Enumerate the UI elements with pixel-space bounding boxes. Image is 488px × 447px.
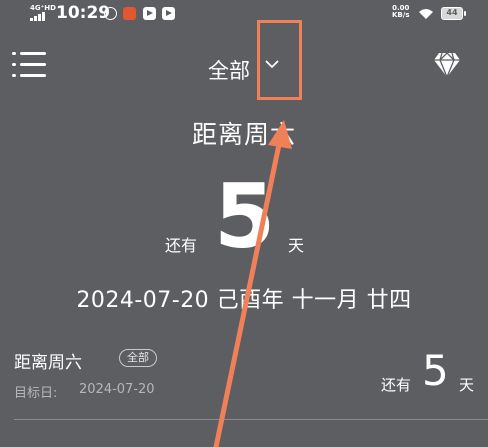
menu-icon[interactable] (12, 50, 46, 80)
target-date-value: 2024-07-20 (79, 382, 155, 397)
annotation-highlight-box (257, 20, 302, 100)
speed-unit: KB/s (392, 11, 410, 19)
item-title: 距离周六 (14, 353, 82, 373)
app-screen: 4G⁺HD 10:29 0.00 KB/s 44 全部 距离周六 还有 5 天 … (0, 0, 488, 447)
category-badge: 全部 (119, 349, 157, 367)
network-speed: 0.00 KB/s (392, 5, 409, 19)
list-divider (14, 419, 488, 420)
video-app-icon (143, 7, 156, 20)
target-date-line: 2024-07-20 己酉年 十一月 廿四 (76, 288, 412, 313)
category-filter[interactable]: 全部 (208, 55, 250, 85)
wifi-icon (419, 9, 433, 19)
target-date-label: 目标日: (14, 386, 58, 401)
shopping-app-icon (123, 7, 136, 20)
item-days: 5 (422, 346, 449, 395)
notification-app-icon (104, 7, 117, 20)
countdown-prefix: 还有 (165, 236, 198, 255)
item-unit: 天 (459, 376, 475, 394)
item-prefix: 还有 (381, 376, 412, 394)
clock: 10:29 (56, 3, 111, 23)
battery-icon: 44 (441, 7, 466, 20)
status-bar: 4G⁺HD 10:29 0.00 KB/s 44 (0, 0, 488, 30)
play-app-icon (162, 7, 175, 20)
diamond-icon[interactable] (433, 52, 461, 78)
event-title: 距离周六 (191, 120, 296, 149)
network-type: 4G⁺HD (30, 4, 56, 12)
signal-icon (30, 12, 48, 21)
list-item[interactable]: 距离周六 全部 目标日: 2024-07-20 还有 5 天 (0, 336, 488, 421)
countdown-unit: 天 (288, 236, 305, 255)
countdown-days: 5 (214, 165, 276, 268)
